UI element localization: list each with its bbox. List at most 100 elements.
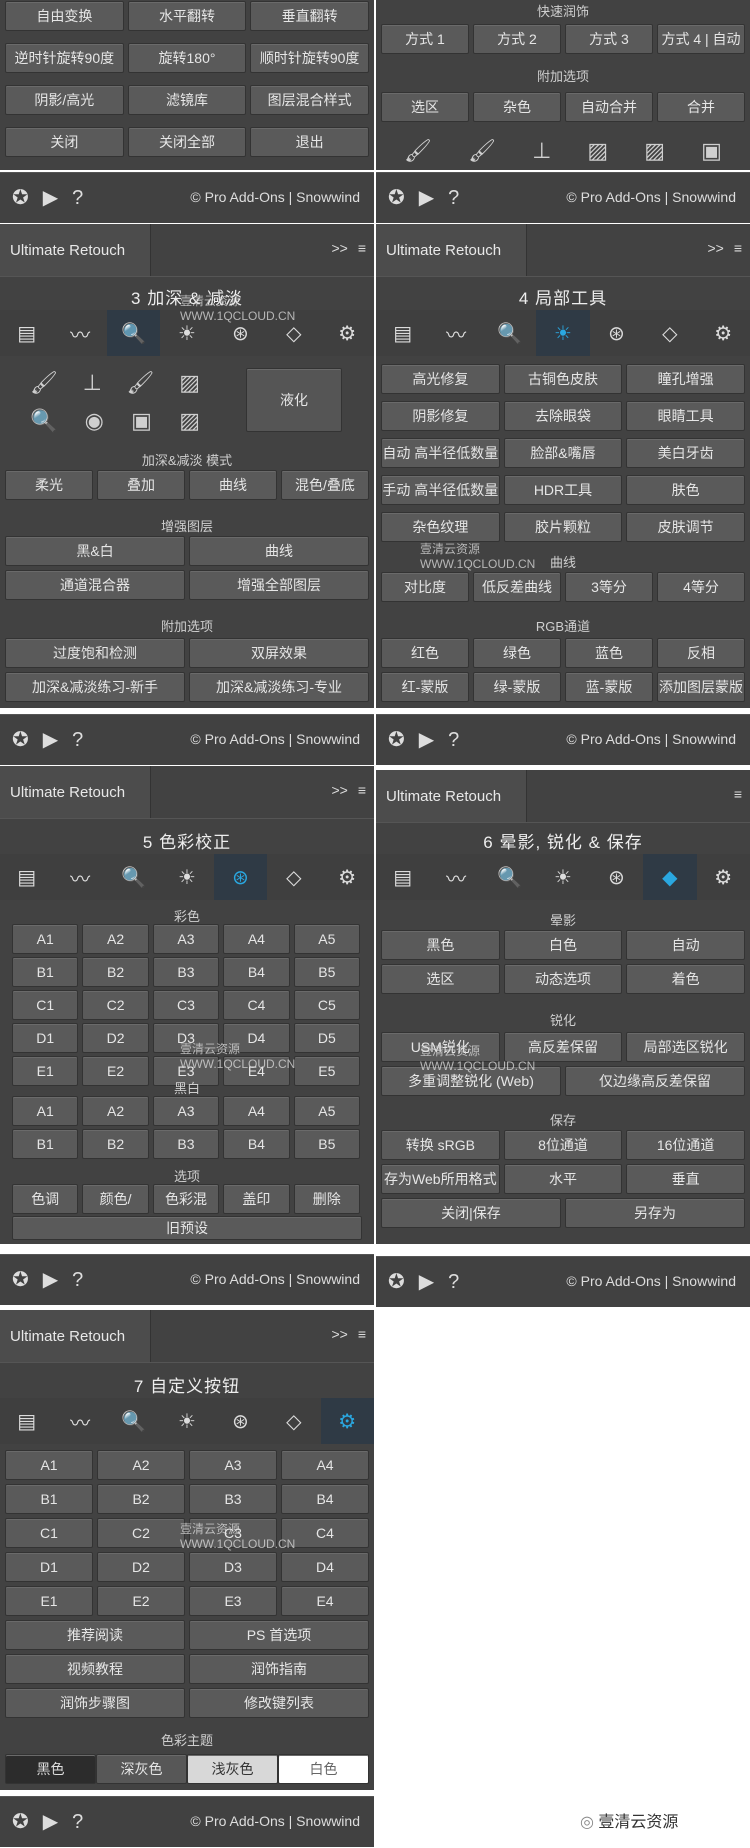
- settings-icon[interactable]: ⚙: [320, 1398, 374, 1444]
- noise-texture-button[interactable]: 杂色纹理: [381, 512, 500, 542]
- aperture-icon[interactable]: ✪: [12, 1269, 29, 1291]
- bw-preset-button[interactable]: B5: [293, 1129, 360, 1159]
- enhance-all-layers-button[interactable]: 增强全部图层: [189, 570, 369, 600]
- bronze-skin-button[interactable]: 古铜色皮肤: [503, 364, 623, 394]
- custom-button[interactable]: B2: [97, 1484, 185, 1514]
- save-horizontal-button[interactable]: 水平: [503, 1164, 623, 1194]
- remove-eyebags-button[interactable]: 去除眼袋: [503, 401, 623, 431]
- custom-button[interactable]: E4: [281, 1586, 369, 1616]
- contrast-button[interactable]: 对比度: [381, 572, 469, 602]
- eye-icon[interactable]: ◉: [85, 408, 104, 434]
- expand-icon[interactable]: >>: [331, 1326, 347, 1342]
- document-icon[interactable]: ▤: [0, 310, 53, 356]
- save-as-button[interactable]: 另存为: [565, 1198, 745, 1228]
- document-icon[interactable]: ▤: [376, 310, 429, 356]
- retouch-guide-button[interactable]: 润饰指南: [189, 1654, 369, 1684]
- soft-light-button[interactable]: 柔光: [5, 470, 93, 500]
- bw-preset-button[interactable]: B1: [12, 1129, 79, 1159]
- expand-icon[interactable]: >>: [331, 240, 347, 256]
- aperture-icon[interactable]: ✪: [388, 729, 405, 751]
- oversaturation-check-button[interactable]: 过度饱和检测: [5, 638, 185, 668]
- blue-mask-button[interactable]: 蓝-蒙版: [565, 672, 653, 702]
- dynamic-options-button[interactable]: 动态选项: [503, 964, 623, 994]
- video-icon[interactable]: ▶: [43, 187, 58, 209]
- custom-button[interactable]: D3: [189, 1552, 277, 1582]
- color-preset-button[interactable]: B2: [82, 957, 149, 987]
- high-pass-button[interactable]: 高反差保留: [503, 1032, 623, 1062]
- help-icon[interactable]: ?: [448, 729, 459, 751]
- brush-alt-icon[interactable]: 🖌: [468, 138, 496, 164]
- dual-screen-button[interactable]: 双屏效果: [189, 638, 369, 668]
- stamp-visible-button[interactable]: 盖印: [223, 1184, 290, 1214]
- red-button[interactable]: 红色: [381, 638, 469, 668]
- diamond-icon[interactable]: ◇: [267, 310, 320, 356]
- channel-mixer-button[interactable]: 通道混合器: [5, 570, 185, 600]
- brush-alt-icon[interactable]: 🖌: [127, 370, 155, 396]
- custom-button[interactable]: D1: [5, 1552, 93, 1582]
- magnifier-icon[interactable]: 🔍: [107, 854, 160, 900]
- aperture-icon[interactable]: ✪: [388, 1271, 405, 1293]
- pupil-enhance-button[interactable]: 瞳孔增强: [626, 364, 745, 394]
- settings-icon[interactable]: ⚙: [321, 854, 374, 900]
- whiten-teeth-button[interactable]: 美白牙齿: [626, 438, 745, 468]
- expand-icon[interactable]: >>: [707, 240, 723, 256]
- custom-button[interactable]: B4: [281, 1484, 369, 1514]
- close-button[interactable]: 关闭: [5, 127, 124, 157]
- bw-preset-button[interactable]: A1: [12, 1096, 79, 1126]
- aperture-icon[interactable]: ✪: [12, 1811, 29, 1833]
- custom-button[interactable]: C4: [281, 1518, 369, 1548]
- color-preset-button[interactable]: B5: [293, 957, 360, 987]
- retouch-steps-button[interactable]: 润饰步骤图: [5, 1688, 185, 1718]
- video-icon[interactable]: ▶: [43, 1269, 58, 1291]
- bandage-icon[interactable]: ▨: [179, 370, 200, 396]
- stamp-icon[interactable]: ⊥: [83, 370, 102, 396]
- colorize-button[interactable]: 着色: [626, 964, 745, 994]
- aperture-icon[interactable]: ✪: [388, 187, 405, 209]
- practice-beginner-button[interactable]: 加深&减淡练习-新手: [5, 672, 185, 702]
- circles-icon[interactable]: ⊛: [213, 854, 268, 900]
- delete-button[interactable]: 删除: [293, 1184, 360, 1214]
- liquify-button[interactable]: 液化: [246, 368, 342, 432]
- merge-button[interactable]: 合并: [657, 92, 745, 122]
- ps-preferences-button[interactable]: PS 首选项: [189, 1620, 369, 1650]
- bandage-alt-icon[interactable]: ▨: [179, 408, 200, 434]
- local-selection-sharpen-button[interactable]: 局部选区锐化: [626, 1032, 745, 1062]
- rotate-cw-90-button[interactable]: 顺时针旋转90度: [250, 43, 369, 73]
- recommended-reading-button[interactable]: 推荐阅读: [5, 1620, 185, 1650]
- shadow-highlight-button[interactable]: 阴影/高光: [5, 85, 124, 115]
- vignette-auto-button[interactable]: 自动: [626, 930, 745, 960]
- method-4-auto-button[interactable]: 方式 4 | 自动: [657, 24, 745, 54]
- pulse-icon[interactable]: 〰: [429, 310, 482, 356]
- diamond-icon[interactable]: ◇: [267, 854, 320, 900]
- color-preset-button[interactable]: B4: [223, 957, 290, 987]
- auto-merge-button[interactable]: 自动合并: [565, 92, 653, 122]
- shadow-repair-button[interactable]: 阴影修复: [381, 401, 500, 431]
- menu-icon[interactable]: ≡: [358, 782, 366, 798]
- custom-button[interactable]: E3: [189, 1586, 277, 1616]
- color-option-button[interactable]: 颜色/: [82, 1184, 149, 1214]
- chip-icon[interactable]: ▣: [701, 138, 722, 164]
- blue-button[interactable]: 蓝色: [565, 638, 653, 668]
- aperture-icon[interactable]: ✪: [12, 187, 29, 209]
- edge-high-pass-button[interactable]: 仅边缘高反差保留: [565, 1066, 745, 1096]
- expand-icon[interactable]: >>: [331, 782, 347, 798]
- manual-high-radius-button[interactable]: 手动 高半径低数量: [381, 475, 500, 505]
- magnifier-icon[interactable]: 🔍: [483, 854, 536, 900]
- modifier-keys-button[interactable]: 修改键列表: [189, 1688, 369, 1718]
- low-contrast-curve-button[interactable]: 低反差曲线: [473, 572, 561, 602]
- brush-icon[interactable]: 🖌: [404, 138, 432, 164]
- menu-icon[interactable]: ≡: [358, 240, 366, 256]
- menu-icon[interactable]: ≡: [358, 1326, 366, 1342]
- document-icon[interactable]: ▤: [376, 854, 429, 900]
- help-icon[interactable]: ?: [72, 1269, 83, 1291]
- custom-button[interactable]: D2: [97, 1552, 185, 1582]
- save-vertical-button[interactable]: 垂直: [626, 1164, 745, 1194]
- bw-preset-button[interactable]: A4: [223, 1096, 290, 1126]
- pulse-icon[interactable]: 〰: [53, 854, 106, 900]
- pulse-icon[interactable]: 〰: [53, 310, 106, 356]
- document-icon[interactable]: ▤: [0, 1398, 53, 1444]
- flip-horizontal-button[interactable]: 水平翻转: [127, 1, 247, 31]
- color-preset-button[interactable]: A1: [12, 924, 79, 954]
- theme-white-button[interactable]: 白色: [278, 1754, 369, 1784]
- custom-button[interactable]: C1: [5, 1518, 93, 1548]
